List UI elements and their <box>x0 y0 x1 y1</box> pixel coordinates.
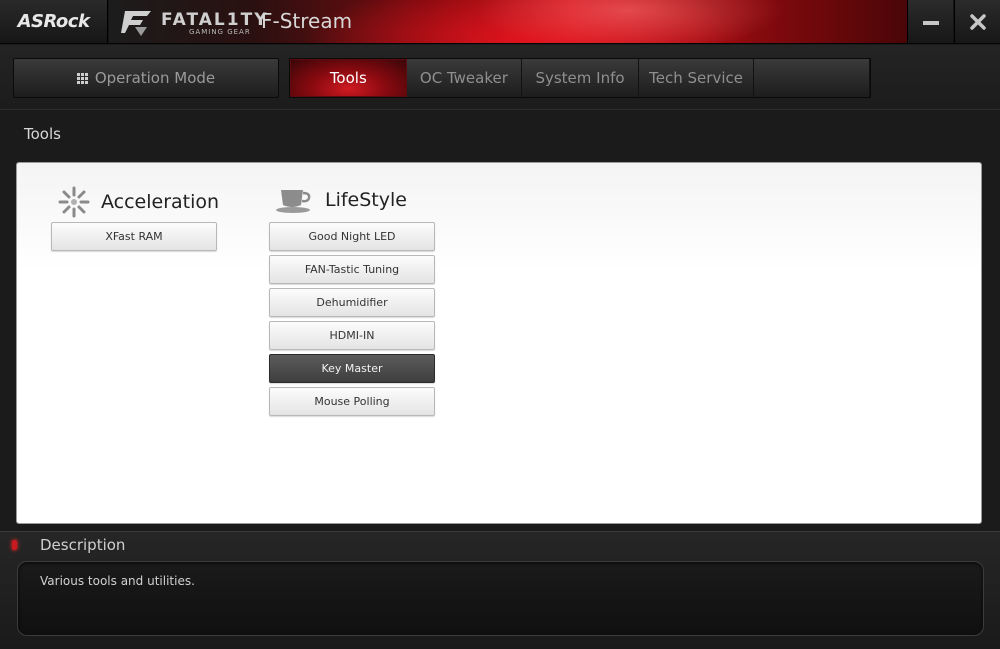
fatality-logo-icon <box>121 11 151 36</box>
close-icon <box>969 13 986 30</box>
mouse-polling-button[interactable]: Mouse Polling <box>269 387 435 416</box>
acceleration-burst-icon <box>58 186 90 218</box>
asrock-logo: ASRock <box>0 0 108 43</box>
acceleration-category: Acceleration <box>57 185 219 219</box>
main-tabs: Tools OC Tweaker System Info Tech Servic… <box>289 58 871 98</box>
app-title: F-Stream <box>261 9 353 33</box>
lifestyle-title: LifeStyle <box>325 189 407 211</box>
description-text: Various tools and utilities. <box>40 574 195 588</box>
minimize-button[interactable] <box>907 0 953 43</box>
tab-oc-tweaker[interactable]: OC Tweaker <box>407 59 523 97</box>
dehumidifier-button[interactable]: Dehumidifier <box>269 288 435 317</box>
operation-mode-button[interactable]: Operation Mode <box>13 58 279 98</box>
close-button[interactable] <box>954 0 1000 43</box>
tab-empty <box>754 59 870 97</box>
tab-tools[interactable]: Tools <box>290 59 407 97</box>
fan-tastic-tuning-button[interactable]: FAN-Tastic Tuning <box>269 255 435 284</box>
title-bar: ASRock FATAL1TY GAMING GEAR F-Stream <box>0 0 1000 44</box>
fatality-logo-text: FATAL1TY <box>161 10 269 30</box>
description-title: Description <box>40 536 126 554</box>
fatality-logo-subtext: GAMING GEAR <box>189 28 251 36</box>
good-night-led-button[interactable]: Good Night LED <box>269 222 435 251</box>
grid-icon <box>76 72 88 84</box>
asrock-logo-text: ASRock <box>17 11 90 32</box>
lifestyle-category: LifeStyle <box>275 185 407 215</box>
xfast-ram-button[interactable]: XFast RAM <box>51 222 217 251</box>
tab-system-info[interactable]: System Info <box>522 59 639 97</box>
nav-bar: Operation Mode Tools OC Tweaker System I… <box>0 45 1000 110</box>
status-led-icon <box>12 540 17 550</box>
tab-tech-service[interactable]: Tech Service <box>639 59 755 97</box>
acceleration-title: Acceleration <box>101 191 220 213</box>
operation-mode-label: Operation Mode <box>94 69 216 87</box>
description-area: Description Various tools and utilities. <box>0 531 1000 649</box>
description-box: Various tools and utilities. <box>17 561 984 636</box>
page-title: Tools <box>24 125 61 143</box>
tools-panel: Acceleration LifeStyle XFast RAM Good Ni… <box>16 162 982 524</box>
key-master-button[interactable]: Key Master <box>269 354 435 383</box>
coffee-cup-icon <box>276 190 311 213</box>
minimize-icon <box>922 20 939 25</box>
title-banner: FATAL1TY GAMING GEAR F-Stream <box>109 0 907 43</box>
hdmi-in-button[interactable]: HDMI-IN <box>269 321 435 350</box>
